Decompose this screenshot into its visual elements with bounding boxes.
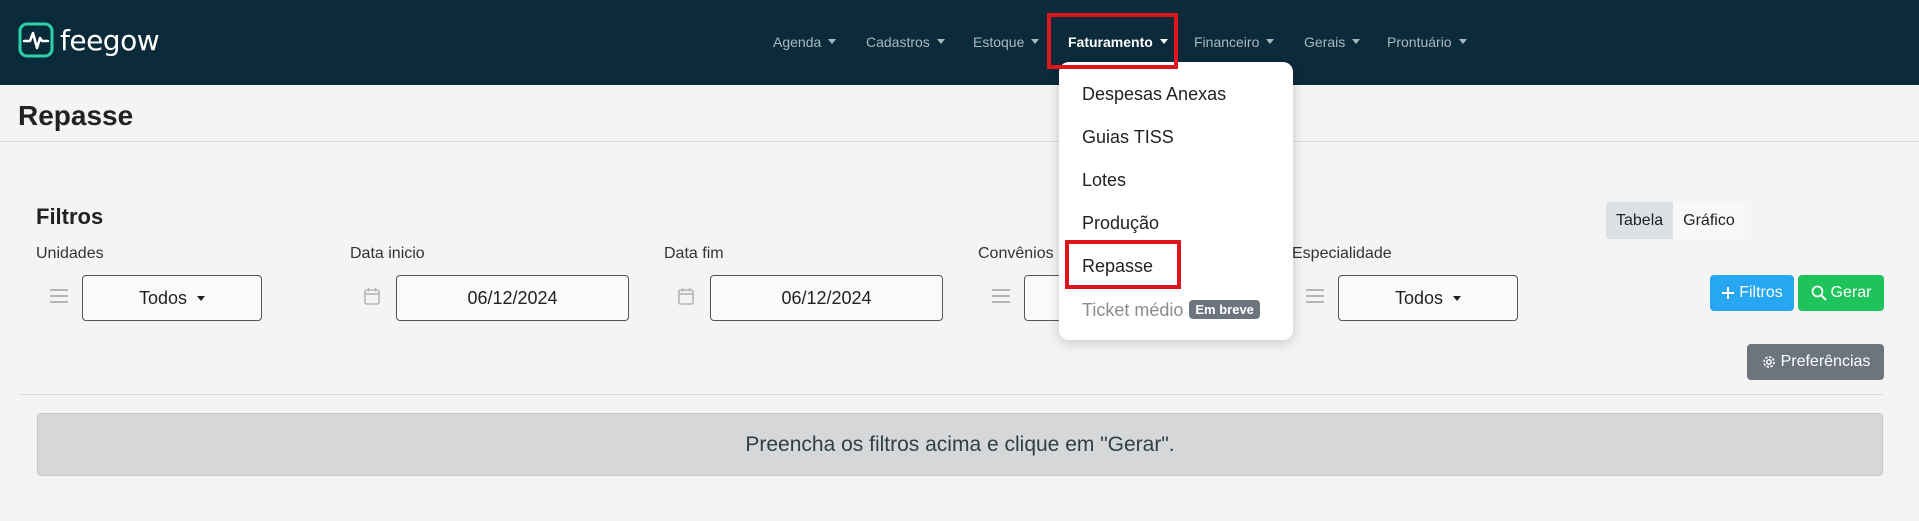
nav-cadastros-label: Cadastros bbox=[866, 34, 930, 50]
tabela-toggle[interactable]: Tabela bbox=[1606, 202, 1674, 239]
convenios-label: Convênios bbox=[978, 245, 1054, 262]
caret-down-icon bbox=[828, 39, 837, 44]
preferencias-button-label: Preferências bbox=[1780, 353, 1871, 370]
coming-soon-badge: Em breve bbox=[1189, 300, 1260, 319]
gerar-button[interactable]: Gerar bbox=[1798, 275, 1884, 311]
calendar-icon bbox=[678, 288, 694, 305]
ticket-medio-label: Ticket médio bbox=[1082, 300, 1184, 320]
filtros-button[interactable]: Filtros bbox=[1710, 275, 1794, 311]
unidades-label: Unidades bbox=[36, 245, 104, 262]
nav-prontuario-label: Prontuário bbox=[1387, 34, 1452, 50]
nav-prontuario[interactable]: Prontuário bbox=[1387, 34, 1467, 50]
menu-item-guias-tiss[interactable]: Guias TISS bbox=[1082, 127, 1174, 148]
gear-icon bbox=[1762, 356, 1775, 368]
nav-estoque-label: Estoque bbox=[973, 34, 1025, 50]
calendar-icon bbox=[364, 288, 380, 305]
nav-gerais-label: Gerais bbox=[1304, 34, 1346, 50]
grafico-toggle[interactable]: Gráfico bbox=[1673, 202, 1745, 239]
top-navbar: feegow Agenda Cadastros Estoque Faturame… bbox=[0, 0, 1919, 85]
gerar-button-label: Gerar bbox=[1830, 284, 1872, 301]
unidades-value: Todos bbox=[138, 287, 188, 308]
heartbeat-logo-icon bbox=[18, 22, 54, 58]
search-icon bbox=[1811, 285, 1827, 301]
data-fim-label: Data fim bbox=[664, 245, 724, 262]
divider bbox=[0, 141, 1919, 142]
data-inicio-input[interactable]: 06/12/2024 bbox=[396, 275, 629, 321]
nav-agenda[interactable]: Agenda bbox=[773, 34, 837, 50]
view-toggle: Tabela Gráfico bbox=[1606, 202, 1745, 239]
especialidade-select[interactable]: Todos bbox=[1338, 275, 1518, 321]
caret-down-icon bbox=[1031, 39, 1040, 44]
brand-name: feegow bbox=[60, 23, 160, 57]
nav-financeiro[interactable]: Financeiro bbox=[1194, 34, 1275, 50]
filters-title: Filtros bbox=[36, 204, 104, 229]
feegow-logo[interactable]: feegow bbox=[18, 22, 160, 58]
page-title: Repasse bbox=[18, 100, 134, 131]
caret-down-icon bbox=[936, 39, 945, 44]
especialidade-value: Todos bbox=[1394, 287, 1444, 308]
data-inicio-label: Data inicio bbox=[350, 245, 425, 262]
nav-financeiro-label: Financeiro bbox=[1194, 34, 1260, 50]
menu-item-ticket-medio: Ticket médio Em breve bbox=[1082, 300, 1260, 321]
menu-bars-icon bbox=[1306, 289, 1324, 303]
caret-down-icon bbox=[1458, 39, 1467, 44]
plus-icon bbox=[1722, 287, 1735, 299]
nav-agenda-label: Agenda bbox=[773, 34, 822, 50]
nav-gerais[interactable]: Gerais bbox=[1304, 34, 1361, 50]
especialidade-label: Especialidade bbox=[1292, 245, 1392, 262]
nav-cadastros[interactable]: Cadastros bbox=[866, 34, 945, 50]
menu-bars-icon bbox=[992, 289, 1010, 303]
preferencias-button[interactable]: Preferências bbox=[1747, 344, 1884, 380]
info-alert-message: Preencha os filtros acima e clique em "G… bbox=[745, 432, 1175, 456]
menu-item-lotes[interactable]: Lotes bbox=[1082, 170, 1126, 191]
caret-down-icon bbox=[1453, 295, 1462, 301]
faturamento-highlight bbox=[1047, 13, 1178, 69]
nav-estoque[interactable]: Estoque bbox=[973, 34, 1040, 50]
caret-down-icon bbox=[1352, 39, 1361, 44]
data-fim-value: 06/12/2024 bbox=[781, 287, 872, 308]
info-alert: Preencha os filtros acima e clique em "G… bbox=[37, 413, 1883, 476]
unidades-select[interactable]: Todos bbox=[82, 275, 262, 321]
filtros-button-label: Filtros bbox=[1739, 284, 1783, 301]
menu-bars-icon bbox=[50, 289, 68, 303]
data-inicio-value: 06/12/2024 bbox=[467, 287, 558, 308]
caret-down-icon bbox=[1266, 39, 1275, 44]
menu-item-despesas-anexas[interactable]: Despesas Anexas bbox=[1082, 84, 1226, 105]
caret-down-icon bbox=[197, 295, 206, 301]
faturamento-dropdown-menu: Despesas Anexas Guias TISS Lotes Produçã… bbox=[1059, 62, 1293, 340]
divider bbox=[18, 394, 1883, 395]
menu-item-producao[interactable]: Produção bbox=[1082, 213, 1159, 234]
repasse-highlight bbox=[1065, 240, 1181, 289]
data-fim-input[interactable]: 06/12/2024 bbox=[710, 275, 943, 321]
